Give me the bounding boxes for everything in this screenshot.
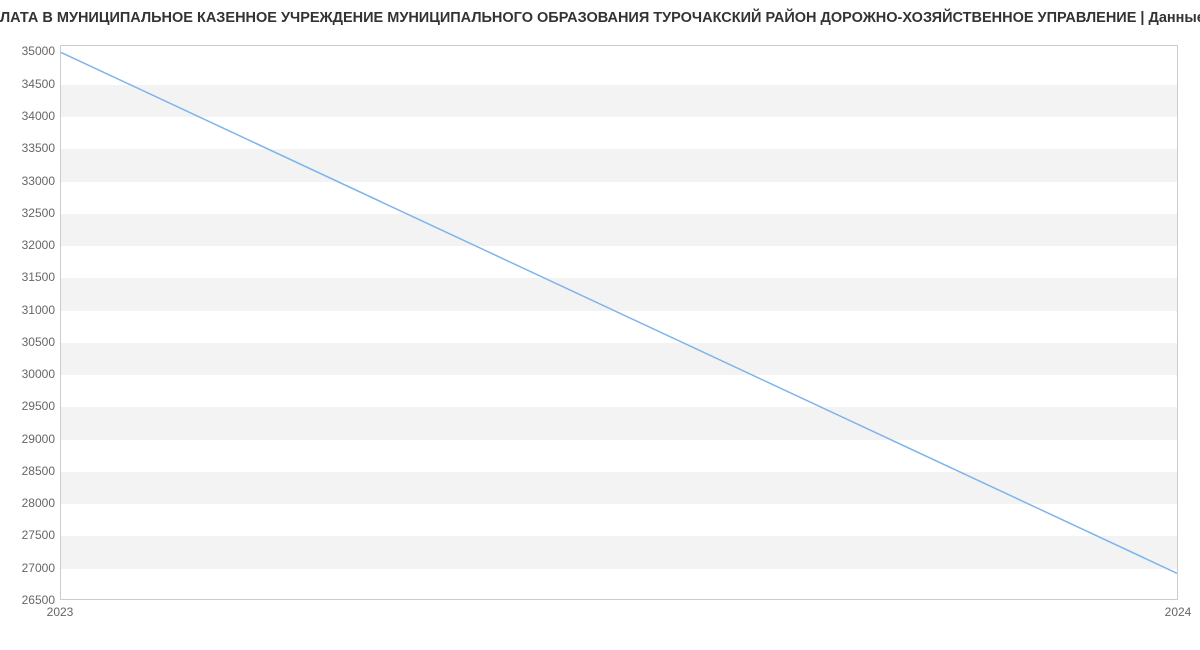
y-tick-label: 28000 <box>0 496 55 510</box>
plot-area <box>60 45 1178 600</box>
x-tick-label: 2024 <box>1165 605 1192 619</box>
y-tick-label: 30000 <box>0 367 55 381</box>
y-tick-label: 34000 <box>0 109 55 123</box>
x-tick-label: 2023 <box>47 605 74 619</box>
y-tick-label: 34500 <box>0 77 55 91</box>
y-tick-label: 32500 <box>0 206 55 220</box>
chart-title: ЛАТА В МУНИЦИПАЛЬНОЕ КАЗЕННОЕ УЧРЕЖДЕНИЕ… <box>0 10 1200 26</box>
y-tick-label: 33000 <box>0 174 55 188</box>
y-tick-label: 29000 <box>0 432 55 446</box>
y-tick-label: 28500 <box>0 464 55 478</box>
y-tick-label: 27000 <box>0 561 55 575</box>
y-tick-label: 35000 <box>0 44 55 58</box>
y-tick-label: 30500 <box>0 335 55 349</box>
y-tick-label: 32000 <box>0 238 55 252</box>
y-tick-label: 31000 <box>0 303 55 317</box>
y-tick-label: 31500 <box>0 270 55 284</box>
y-tick-label: 33500 <box>0 141 55 155</box>
line-series <box>61 46 1177 599</box>
y-tick-label: 29500 <box>0 399 55 413</box>
y-tick-label: 27500 <box>0 528 55 542</box>
